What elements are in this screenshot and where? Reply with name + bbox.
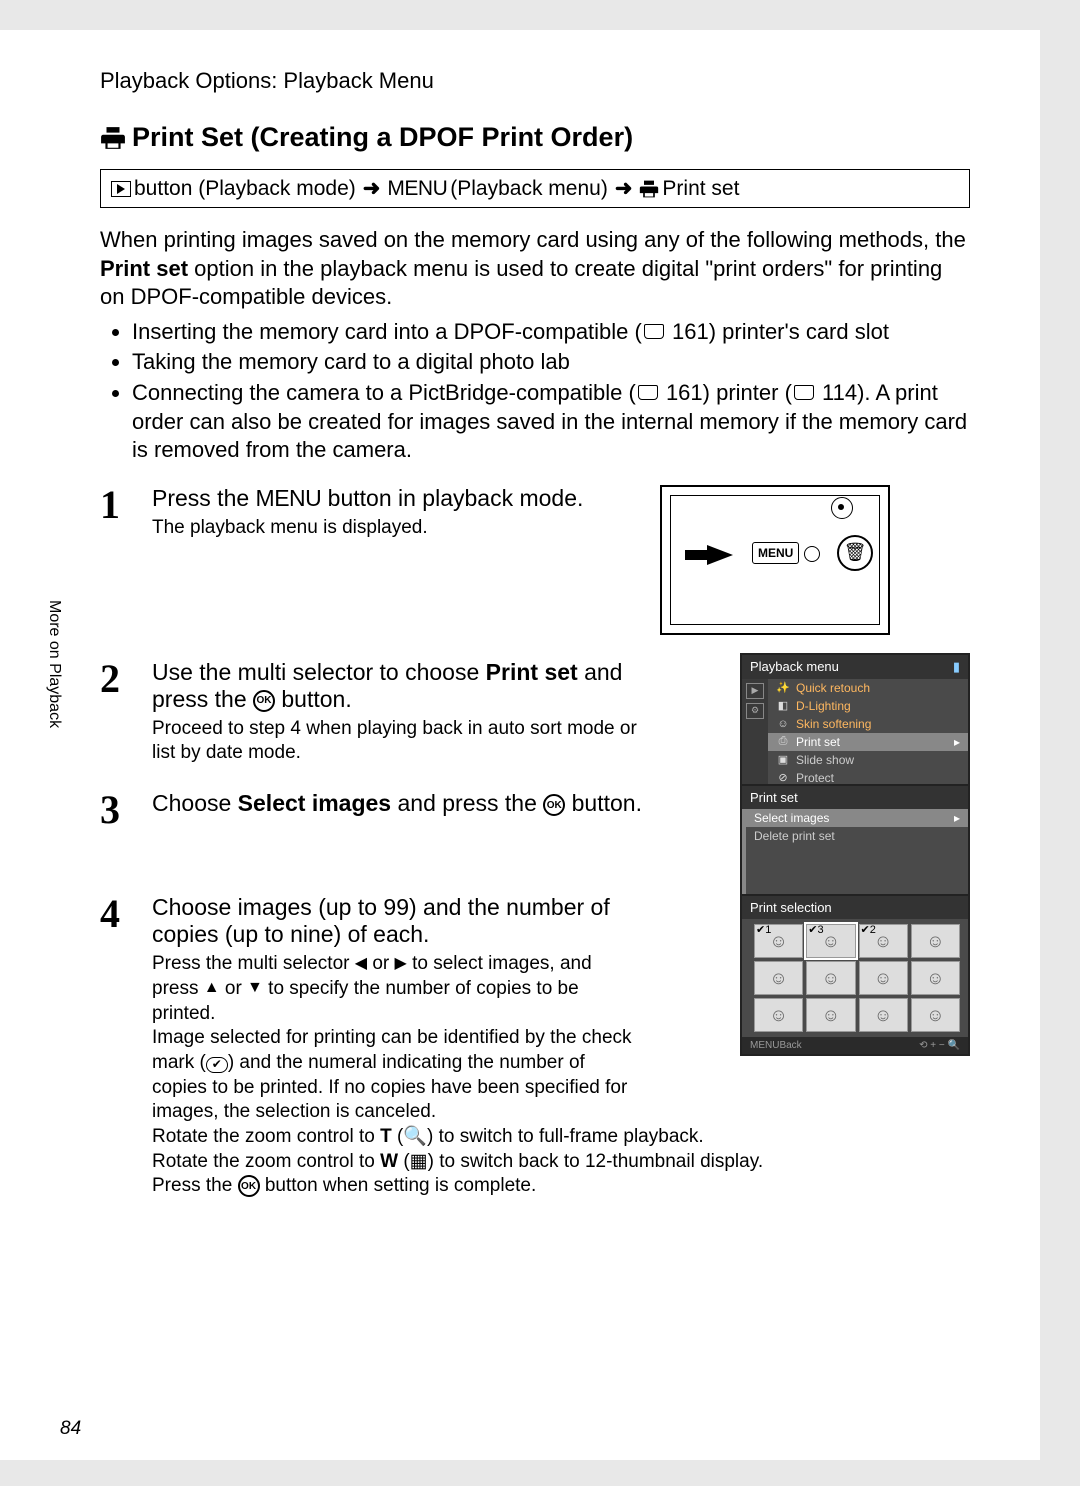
lcd-tab-playback: ▶ (746, 683, 764, 699)
lcd-item-d-lighting: ◧D-Lighting (768, 697, 968, 715)
print-icon: ⎙ (776, 735, 790, 748)
up-triangle-icon: ▲ (204, 978, 220, 999)
thumbnail: ☺ (806, 998, 855, 1032)
down-triangle-icon: ▼ (247, 978, 263, 999)
section-title: Print Set (Creating a DPOF Print Order) (100, 122, 970, 153)
step-4-sub-1: Press the multi selector ◀ or ▶ to selec… (152, 952, 642, 1026)
book-icon (644, 324, 664, 339)
right-triangle-icon: ▶ (395, 954, 407, 975)
bullet-2: Taking the memory card to a digital phot… (132, 348, 970, 377)
zoom-controls-label: ⟲ + − 🔍 (919, 1040, 960, 1051)
breadcrumb-part-1: button (Playback mode) (134, 177, 356, 201)
step-1: 1 Press the MENU button in playback mode… (100, 485, 970, 635)
step-4: 4 Choose images (up to 99) and the numbe… (100, 894, 970, 1199)
lcd-header: Print selection (742, 896, 968, 919)
intro-paragraph: When printing images saved on the memory… (100, 226, 970, 312)
lcd-print-selection: Print selection ✔1☺ ✔3☺ ✔2☺ ☺ ☺ ☺ ☺ ☺ ☺ … (740, 894, 970, 1056)
page-header: Playback Options: Playback Menu (100, 68, 970, 94)
arrow-icon: ➜ (359, 176, 385, 201)
step-4-sub-3: Rotate the zoom control to T (🔍) to swit… (152, 1125, 970, 1150)
book-icon (638, 385, 658, 400)
lcd-footer: MENUBack ⟲ + − 🔍 (742, 1037, 968, 1054)
thumbnail: ☺ (806, 961, 855, 995)
breadcrumb-part-3: (Playback menu) (450, 177, 608, 201)
lcd-item-skin-softening: ☺Skin softening (768, 715, 968, 733)
slideshow-icon: ▣ (776, 753, 790, 766)
arrow-icon: ➜ (611, 176, 637, 201)
step-number: 4 (100, 894, 134, 1199)
step-3-title: Choose Select images and press the OK bu… (152, 790, 642, 817)
scrollbar-icon: ▮ (953, 659, 960, 675)
breadcrumb-part-4: Print set (662, 177, 739, 201)
step-2-sub: Proceed to step 4 when playing back in a… (152, 717, 642, 766)
trash-icon: 🗑 (837, 535, 873, 571)
menu-button-diagram: MENU (752, 542, 799, 564)
lcd-header: Playback menu ▮ (742, 655, 968, 679)
step-number: 3 (100, 790, 134, 830)
lcd-item-slide-show: ▣Slide show (768, 751, 968, 769)
thumbnail: ✔2☺ (859, 924, 908, 958)
lcd-item-quick-retouch: ✨Quick retouch (768, 679, 968, 697)
step-4-title: Choose images (up to 99) and the number … (152, 894, 642, 948)
lcd-item-print-set: ⎙Print set▸ (768, 733, 968, 751)
thumbnail: ☺ (754, 998, 803, 1032)
arrow-icon (707, 545, 733, 565)
led-icon (831, 497, 853, 519)
checkmark-icon: ✔ (206, 1057, 228, 1073)
lcd-header: Print set (742, 786, 968, 809)
breadcrumb: button (Playback mode) ➜ MENU (Playback … (100, 169, 970, 208)
magnify-icon: 🔍 (403, 1126, 427, 1147)
step-3: 3 Choose Select images and press the OK … (100, 790, 970, 830)
d-lighting-icon: ◧ (776, 699, 790, 712)
thumbnail: ☺ (911, 924, 960, 958)
bullet-3: Connecting the camera to a PictBridge-co… (132, 379, 970, 465)
ok-icon: OK (543, 794, 565, 816)
thumbnail: ✔1☺ (754, 924, 803, 958)
step-4-sub-5: Press the OK button when setting is comp… (152, 1174, 970, 1199)
lcd-tab-setup: ⚙ (746, 703, 764, 719)
step-1-title: Press the MENU button in playback mode. (152, 485, 642, 512)
retouch-icon: ✨ (776, 681, 790, 694)
print-icon-small (639, 177, 659, 201)
book-icon (794, 385, 814, 400)
thumbnail-grid: ✔1☺ ✔3☺ ✔2☺ ☺ ☺ ☺ ☺ ☺ ☺ ☺ ☺ ☺ (742, 919, 968, 1037)
thumbnail-icon: ▦ (410, 1151, 428, 1172)
lcd-item-delete-print-set: Delete print set (746, 827, 968, 845)
print-icon (100, 125, 126, 151)
ok-icon: OK (253, 690, 275, 712)
step-number: 1 (100, 485, 134, 635)
step-4-sub-4: Rotate the zoom control to W (▦) to swit… (152, 1150, 970, 1175)
thumbnail: ☺ (911, 998, 960, 1032)
camera-diagram: MENU 🗑 (660, 485, 890, 635)
manual-page: Playback Options: Playback Menu Print Se… (0, 30, 1040, 1460)
step-2: 2 Use the multi selector to choose Print… (100, 659, 970, 766)
step-number: 2 (100, 659, 134, 766)
skin-icon: ☺ (776, 718, 790, 730)
ok-icon: OK (238, 1175, 260, 1197)
section-title-text: Print Set (Creating a DPOF Print Order) (132, 122, 633, 153)
breadcrumb-menu: MENU (387, 177, 447, 201)
step-1-sub: The playback menu is displayed. (152, 516, 642, 541)
intro-bullets: Inserting the memory card into a DPOF-co… (100, 318, 970, 465)
bullet-1: Inserting the memory card into a DPOF-co… (132, 318, 970, 347)
thumbnail: ☺ (754, 961, 803, 995)
thumbnail: ☺ (859, 998, 908, 1032)
thumbnail: ☺ (911, 961, 960, 995)
playback-icon (111, 181, 131, 197)
page-number: 84 (60, 1418, 81, 1440)
thumbnail-selected: ✔3☺ (806, 924, 855, 958)
left-triangle-icon: ◀ (355, 954, 367, 975)
thumbnail: ☺ (859, 961, 908, 995)
side-margin-label: More on Playback (45, 600, 63, 728)
step-4-sub-2: Image selected for printing can be ident… (152, 1026, 642, 1125)
protect-icon: ⊘ (776, 771, 790, 784)
lcd-item-select-images: Select images▸ (746, 809, 968, 827)
step-2-title: Use the multi selector to choose Print s… (152, 659, 642, 713)
